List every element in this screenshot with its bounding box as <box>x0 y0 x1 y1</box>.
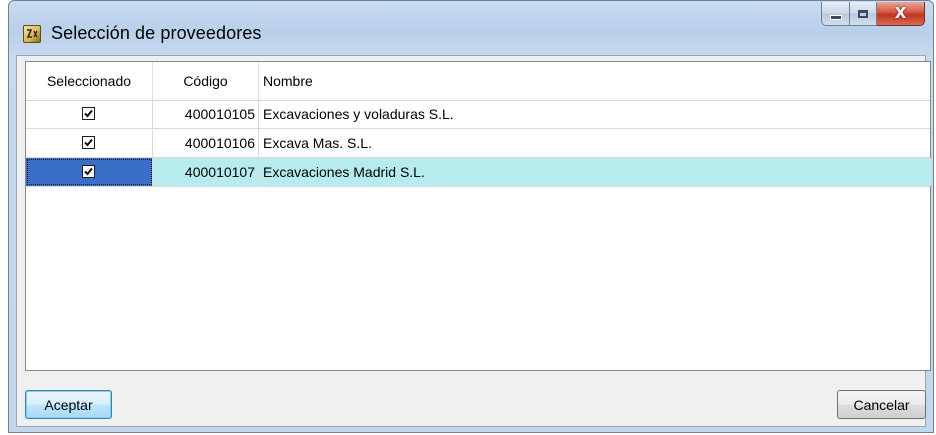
selection-cell[interactable] <box>26 129 153 157</box>
checkmark-icon <box>84 138 93 147</box>
window-controls: X <box>821 2 925 26</box>
checkmark-icon <box>84 109 93 118</box>
checkmark-icon <box>84 167 93 176</box>
grid-header: Seleccionado Código Nombre <box>26 62 930 101</box>
code-cell[interactable]: 400010107 <box>153 158 259 186</box>
window-title: Selección de proveedores <box>51 23 262 43</box>
column-header-seleccionado[interactable]: Seleccionado <box>26 62 153 100</box>
selection-cell[interactable] <box>26 100 153 128</box>
row-checkbox[interactable] <box>82 165 95 178</box>
cancel-button[interactable]: Cancelar <box>837 390 926 419</box>
table-row[interactable]: 400010105 Excavaciones y voladuras S.L. <box>26 100 930 129</box>
maximize-icon <box>858 9 868 18</box>
name-cell[interactable]: Excava Mas. S.L. <box>259 129 931 157</box>
maximize-button[interactable] <box>849 2 877 26</box>
table-row[interactable]: 400010106 Excava Mas. S.L. <box>26 129 930 158</box>
accept-button[interactable]: Aceptar <box>25 390 112 419</box>
column-header-codigo[interactable]: Código <box>153 62 259 100</box>
code-cell[interactable]: 400010106 <box>153 129 259 157</box>
table-row-selected[interactable]: 400010107 Excavaciones Madrid S.L. <box>26 158 931 187</box>
minimize-button[interactable] <box>821 2 849 26</box>
app-icon <box>23 25 41 43</box>
code-cell[interactable]: 400010105 <box>153 100 259 128</box>
column-header-nombre[interactable]: Nombre <box>259 62 931 100</box>
name-cell[interactable]: Excavaciones Madrid S.L. <box>259 158 931 186</box>
title-bar[interactable]: Selección de proveedores X <box>9 1 933 55</box>
minimize-icon <box>829 14 842 20</box>
row-checkbox[interactable] <box>82 136 95 149</box>
row-checkbox[interactable] <box>82 107 95 120</box>
name-cell[interactable]: Excavaciones y voladuras S.L. <box>259 100 931 128</box>
close-icon: X <box>894 4 907 22</box>
close-button[interactable]: X <box>877 2 925 26</box>
selection-cell-focused[interactable] <box>26 158 153 186</box>
suppliers-grid[interactable]: Seleccionado Código Nombre 400010105 Exc… <box>25 61 931 371</box>
